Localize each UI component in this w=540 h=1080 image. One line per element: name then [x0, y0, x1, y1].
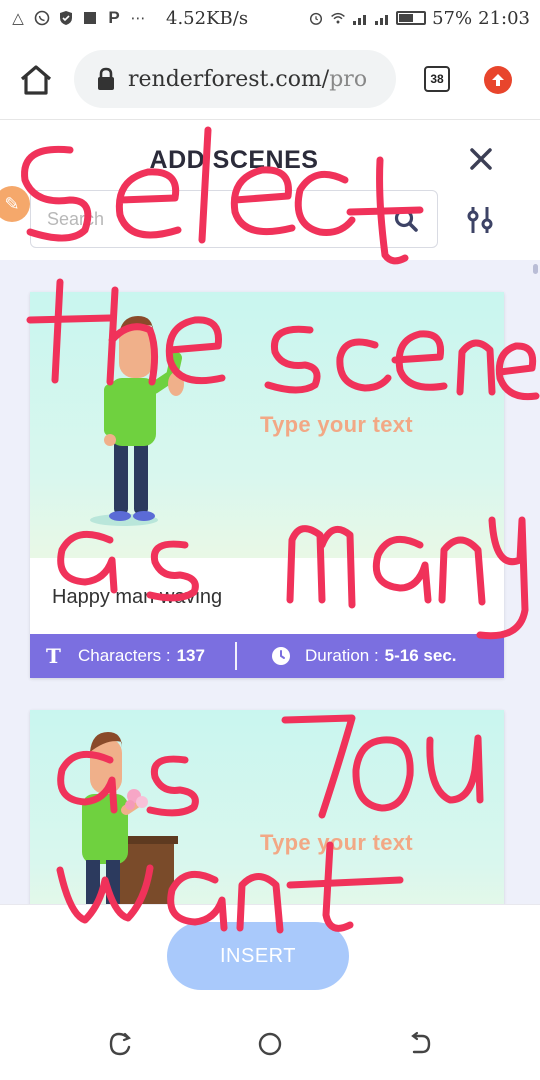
- characters-label: Characters :: [78, 646, 171, 665]
- url-text: renderforest.com/pro: [128, 67, 367, 92]
- close-button[interactable]: [466, 144, 496, 174]
- more-notifications-icon: ⋯: [130, 10, 146, 27]
- status-right: 57% 21:03: [308, 8, 530, 29]
- text-icon: T: [46, 644, 61, 668]
- scene-card[interactable]: Type your text: [30, 710, 504, 904]
- scrollbar[interactable]: [533, 264, 538, 274]
- brush-icon[interactable]: ✎: [0, 186, 30, 222]
- clock-icon: [271, 647, 290, 665]
- signal-icon-2: [374, 10, 390, 26]
- update-button[interactable]: [484, 66, 512, 94]
- square-icon: [82, 10, 98, 26]
- browser-toolbar: renderforest.com/pro 38: [0, 40, 540, 120]
- alarm-icon: [308, 10, 324, 26]
- home-nav-icon[interactable]: [256, 1030, 284, 1058]
- scene-thumbnail[interactable]: Type your text: [30, 292, 504, 558]
- close-icon: [470, 148, 492, 170]
- battery-level: [399, 14, 414, 22]
- address-bar[interactable]: renderforest.com/pro: [74, 50, 396, 108]
- bottom-action-bar: INSERT: [0, 904, 540, 1008]
- modal-title: ADD SCENES: [149, 146, 319, 174]
- duration-label: Duration :: [304, 646, 379, 665]
- insert-button[interactable]: INSERT: [167, 922, 349, 990]
- scene-title: Happy man waving: [52, 586, 223, 608]
- thumbnail-text: Type your text: [260, 830, 413, 855]
- clock: 21:03: [478, 7, 530, 29]
- search-input[interactable]: [47, 191, 377, 247]
- wifi-icon: [330, 10, 346, 26]
- duration-value: 5-16 sec.: [384, 646, 457, 665]
- recent-apps-icon[interactable]: [106, 1030, 134, 1058]
- network-speed: 4.52KB/s: [166, 7, 249, 29]
- battery-percent: 57%: [432, 7, 473, 29]
- home-icon: [20, 65, 52, 95]
- battery-icon: [396, 11, 427, 25]
- filter-icon[interactable]: [464, 204, 496, 236]
- thumbnail-text: Type your text: [260, 412, 413, 437]
- parking-icon: P: [108, 8, 120, 27]
- signal-icon: [352, 10, 368, 26]
- search-box: [30, 190, 438, 248]
- home-button[interactable]: [18, 62, 54, 98]
- arrow-up-icon: [492, 74, 504, 86]
- lock-icon: [98, 67, 114, 90]
- scene-meta-bar: T Characters : 137 Duration : 5-16 sec.: [30, 634, 504, 678]
- whatsapp-icon: [34, 10, 50, 26]
- characters-value: 137: [176, 646, 205, 665]
- modal-header: ADD SCENES ✎: [0, 120, 540, 260]
- man-with-flowers-illustration: [82, 732, 178, 904]
- scene-list[interactable]: Type your text Happy man waving T Charac…: [0, 260, 540, 904]
- url-domain: renderforest.com/: [128, 66, 330, 92]
- scene-card[interactable]: Type your text Happy man waving T Charac…: [30, 292, 504, 678]
- shield-icon: [58, 10, 74, 26]
- search-icon[interactable]: [393, 207, 419, 233]
- back-icon[interactable]: [406, 1030, 434, 1058]
- status-bar: △ P ⋯ 4.52KB/s 57% 21:03: [0, 0, 540, 36]
- status-left: △ P ⋯ 4.52KB/s: [10, 8, 248, 29]
- meta-divider: [234, 642, 237, 670]
- tab-switcher-button[interactable]: 38: [424, 66, 450, 92]
- scene-thumbnail[interactable]: Type your text: [30, 710, 504, 904]
- url-path: pro: [329, 66, 368, 92]
- navigation-bar: [0, 1008, 540, 1080]
- warning-icon: △: [12, 10, 24, 27]
